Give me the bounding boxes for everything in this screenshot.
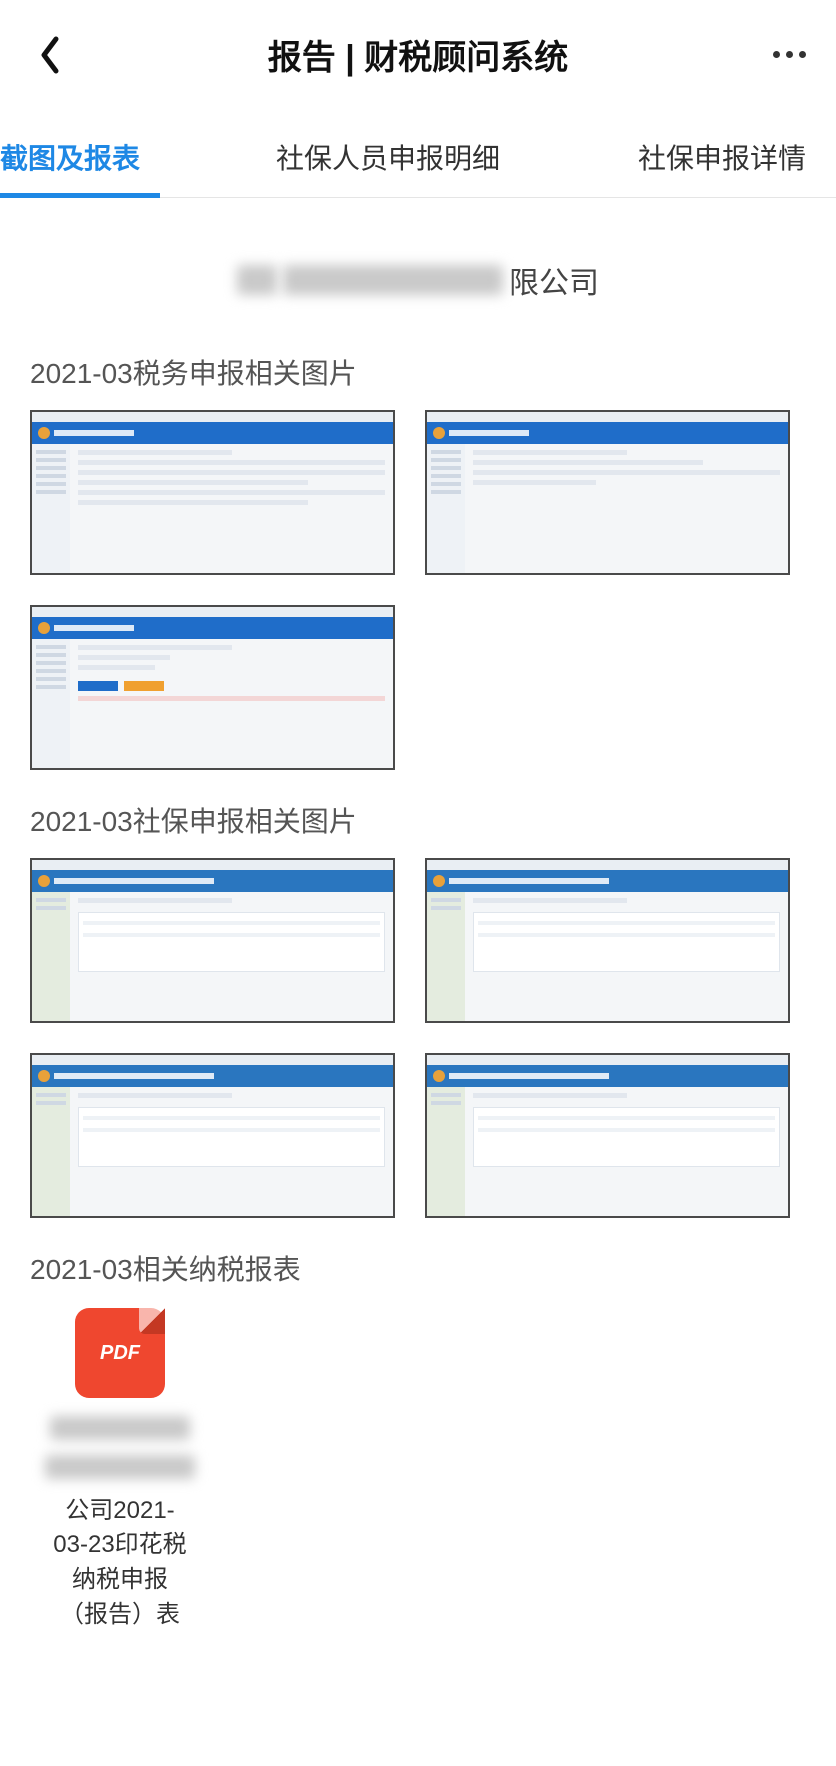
thumbnail-grid-social bbox=[30, 858, 806, 1218]
thumbnail-image[interactable] bbox=[30, 410, 395, 575]
file-item[interactable]: PDF 公司2021- 03-23印花税 纳税申报 （报告）表 bbox=[30, 1308, 210, 1633]
header: 报告 | 财税顾问系统 bbox=[0, 0, 836, 99]
thumbnail-image[interactable] bbox=[30, 1053, 395, 1218]
tab-screenshots-reports[interactable]: 截图及报表 bbox=[0, 119, 200, 197]
redacted-text bbox=[283, 265, 503, 295]
thumbnail-image[interactable] bbox=[30, 858, 395, 1023]
pdf-icon: PDF bbox=[75, 1308, 165, 1398]
file-grid: PDF 公司2021- 03-23印花税 纳税申报 （报告）表 bbox=[30, 1308, 806, 1633]
company-suffix: 限公司 bbox=[509, 258, 599, 302]
tabs: 截图及报表 社保人员申报明细 社保申报详情 bbox=[0, 119, 836, 198]
redacted-text bbox=[45, 1455, 195, 1479]
back-icon[interactable] bbox=[30, 35, 70, 75]
redacted-text bbox=[237, 265, 277, 295]
content: 限公司 2021-03税务申报相关图片 bbox=[0, 258, 836, 1663]
section-title-tax-images: 2021-03税务申报相关图片 bbox=[30, 352, 806, 392]
section-title-social-images: 2021-03社保申报相关图片 bbox=[30, 800, 806, 840]
section-title-tax-reports: 2021-03相关纳税报表 bbox=[30, 1248, 806, 1288]
tab-social-declare-detail[interactable]: 社保申报详情 bbox=[576, 119, 836, 197]
more-icon[interactable] bbox=[766, 51, 806, 58]
file-label: 公司2021- 03-23印花税 纳税申报 （报告）表 bbox=[30, 1416, 210, 1633]
company-name: 限公司 bbox=[30, 258, 806, 302]
thumbnail-image[interactable] bbox=[30, 605, 395, 770]
page-title: 报告 | 财税顾问系统 bbox=[70, 30, 766, 79]
thumbnail-image[interactable] bbox=[425, 1053, 790, 1218]
thumbnail-grid-tax bbox=[30, 410, 806, 770]
tab-social-personnel-detail[interactable]: 社保人员申报明细 bbox=[200, 119, 576, 197]
thumbnail-image[interactable] bbox=[425, 858, 790, 1023]
redacted-text bbox=[50, 1416, 190, 1440]
thumbnail-image[interactable] bbox=[425, 410, 790, 575]
